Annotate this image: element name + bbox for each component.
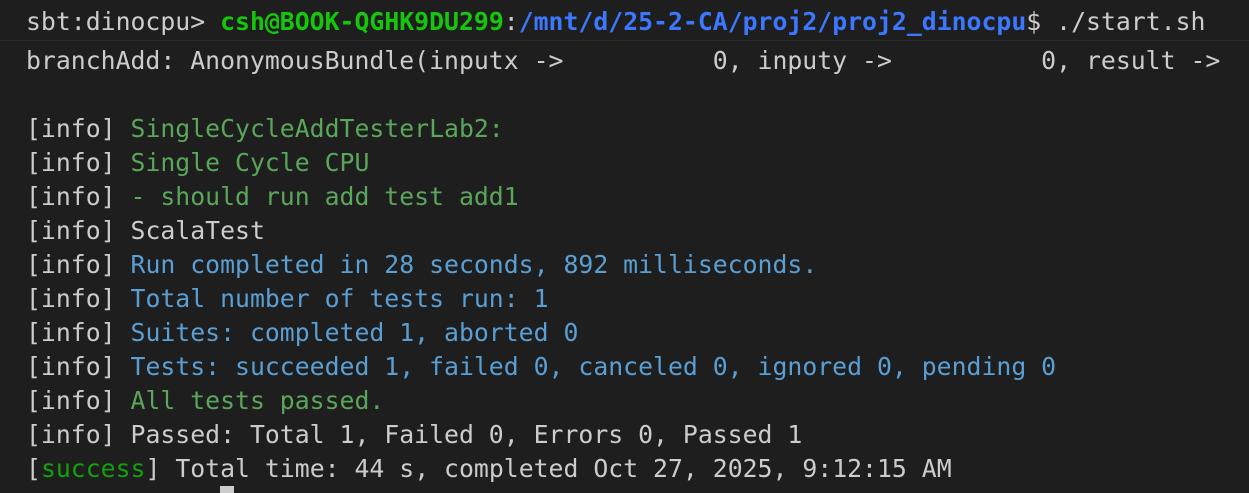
info-line-cpu: [info] Single Cycle CPU	[26, 146, 369, 180]
info-text: Single Cycle CPU	[130, 148, 370, 177]
info-text: Run completed in 28 seconds, 892 millise…	[130, 250, 818, 279]
info-line-suite: [info] SingleCycleAddTesterLab2:	[26, 112, 504, 146]
success-close-bracket: ]	[145, 454, 161, 483]
info-tag: [info]	[26, 250, 116, 279]
info-text: Tests: succeeded 1, failed 0, canceled 0…	[130, 352, 1057, 381]
info-tag: [info]	[26, 352, 116, 381]
info-line-all-passed: [info] All tests passed.	[26, 384, 384, 418]
info-text: ScalaTest	[130, 216, 265, 245]
sbt-prefix: sbt:dinocpu>	[26, 7, 206, 36]
prompt-separator: :	[503, 7, 519, 36]
info-text: Passed: Total 1, Failed 0, Errors 0, Pas…	[130, 420, 803, 449]
info-line-passed-total: [info] Passed: Total 1, Failed 0, Errors…	[26, 418, 802, 452]
info-text: All tests passed.	[130, 386, 385, 415]
info-line-run-completed: [info] Run completed in 28 seconds, 892 …	[26, 248, 817, 282]
info-tag: [info]	[26, 284, 116, 313]
info-text: SingleCycleAddTesterLab2:	[130, 114, 504, 143]
info-line-scalatest: [info] ScalaTest	[26, 214, 265, 248]
info-tag: [info]	[26, 114, 116, 143]
shell-prompt-line: sbt:dinocpu> csh@BOOK-QGHK9DU299:/mnt/d/…	[26, 5, 1205, 39]
prompt-user-host: csh@BOOK-QGHK9DU299	[220, 7, 504, 36]
success-text: Total time: 44 s, completed Oct 27, 2025…	[175, 454, 952, 483]
success-open-bracket: [	[26, 454, 41, 483]
info-tag: [info]	[26, 182, 116, 211]
info-tag: [info]	[26, 386, 116, 415]
prompt-command: ./start.sh	[1056, 7, 1206, 36]
info-line-suites: [info] Suites: completed 1, aborted 0	[26, 316, 578, 350]
info-text: - should run add test add1	[130, 182, 519, 211]
success-line: [success] Total time: 44 s, completed Oc…	[26, 452, 952, 486]
terminal-window[interactable]: sbt:dinocpu> csh@BOOK-QGHK9DU299:/mnt/d/…	[0, 0, 1249, 493]
success-tag: success	[40, 454, 146, 483]
text-cursor	[220, 486, 234, 493]
info-line-total-tests: [info] Total number of tests run: 1	[26, 282, 549, 316]
prompt-path: /mnt/d/25-2-CA/proj2/proj2_dinocpu	[518, 7, 1027, 36]
prompt-symbol: $	[1026, 7, 1042, 36]
info-tag: [info]	[26, 216, 116, 245]
info-tag: [info]	[26, 318, 116, 347]
info-text: Total number of tests run: 1	[130, 284, 549, 313]
scroll-divider	[0, 40, 1249, 41]
info-text: Suites: completed 1, aborted 0	[130, 318, 579, 347]
info-tag: [info]	[26, 148, 116, 177]
info-line-tests-summary: [info] Tests: succeeded 1, failed 0, can…	[26, 350, 1056, 384]
info-line-test-case: [info] - should run add test add1	[26, 180, 519, 214]
info-tag: [info]	[26, 420, 116, 449]
branch-add-output: branchAdd: AnonymousBundle(inputx -> 0, …	[26, 46, 1221, 75]
